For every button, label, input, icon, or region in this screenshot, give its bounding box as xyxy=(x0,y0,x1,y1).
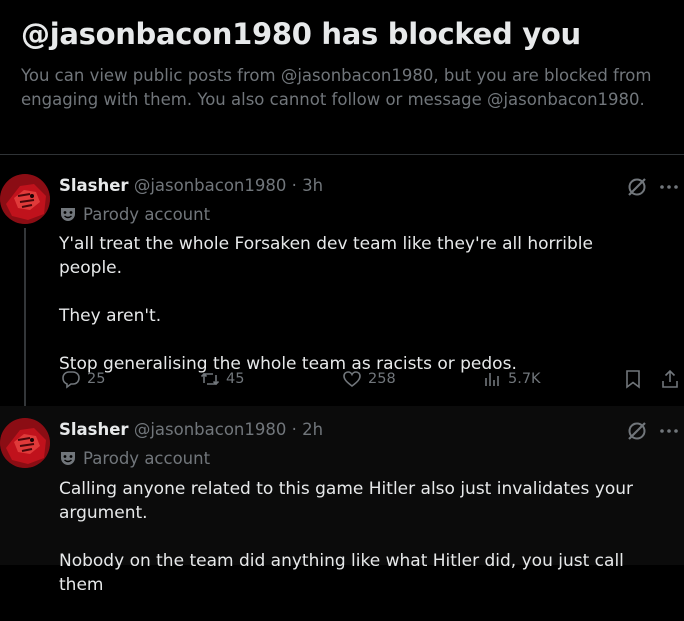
handle[interactable]: @jasonbacon1980 xyxy=(134,420,287,439)
tweet[interactable]: Slasher @jasonbacon1980 · 3h Parody acco… xyxy=(0,155,684,410)
display-name[interactable]: Slasher xyxy=(59,176,129,195)
parody-label-text: Parody account xyxy=(83,449,211,468)
blocked-title: @jasonbacon1980 has blocked you xyxy=(21,17,581,51)
tweet-paragraph: Calling anyone related to this game Hitl… xyxy=(59,479,633,523)
views-count: 5.7K xyxy=(508,371,541,387)
retweet-button[interactable]: 45 xyxy=(200,367,244,391)
retweet-icon xyxy=(200,372,220,386)
views-chart-icon xyxy=(485,373,499,386)
handle[interactable]: @jasonbacon1980 xyxy=(134,176,287,195)
parody-label: Parody account xyxy=(59,204,210,226)
parody-label: Parody account xyxy=(59,448,210,470)
separator-dot: · xyxy=(291,176,297,195)
reply-button[interactable]: 25 xyxy=(61,367,105,391)
heart-icon xyxy=(343,371,361,388)
tweet-actions: 25 45 258 5.7K xyxy=(0,367,684,391)
blocked-message: You can view public posts from @jasonbac… xyxy=(21,66,652,109)
reply-icon xyxy=(62,371,80,389)
like-button[interactable]: 258 xyxy=(342,367,396,391)
tweet[interactable]: Slasher @jasonbacon1980 · 2h Parody acco… xyxy=(0,406,684,595)
blocked-banner: @jasonbacon1980 has blocked you You can … xyxy=(21,14,671,112)
more-options-icon[interactable] xyxy=(658,176,680,198)
bookmark-icon xyxy=(626,370,640,389)
grok-icon[interactable] xyxy=(626,176,648,198)
avatar[interactable] xyxy=(0,174,50,224)
like-count: 258 xyxy=(368,371,396,387)
views-button[interactable]: 5.7K xyxy=(482,367,541,391)
parody-label-text: Parody account xyxy=(83,205,211,224)
separator-dot: · xyxy=(291,420,297,439)
tweet-text: Calling anyone related to this game Hitl… xyxy=(59,477,659,621)
retweet-count: 45 xyxy=(226,371,245,387)
tweet-header: Slasher @jasonbacon1980 · 2h xyxy=(59,419,323,441)
avatar[interactable] xyxy=(0,418,50,468)
tweet-paragraph: Y'all treat the whole Forsaken dev team … xyxy=(59,234,593,278)
tweet-header: Slasher @jasonbacon1980 · 3h xyxy=(59,175,323,197)
timestamp[interactable]: 2h xyxy=(302,420,323,439)
tweet-paragraph: They aren't. xyxy=(59,306,162,326)
reply-count: 25 xyxy=(87,371,106,387)
timestamp[interactable]: 3h xyxy=(302,176,323,195)
tweet-paragraph: Nobody on the team did anything like wha… xyxy=(59,551,624,595)
grok-icon[interactable] xyxy=(626,420,648,442)
share-icon xyxy=(662,369,678,388)
display-name[interactable]: Slasher xyxy=(59,420,129,439)
theater-mask-icon xyxy=(61,452,75,465)
more-options-icon[interactable] xyxy=(658,420,680,442)
bookmark-button[interactable] xyxy=(623,367,649,391)
share-button[interactable] xyxy=(660,367,684,391)
theater-mask-icon xyxy=(61,208,75,221)
